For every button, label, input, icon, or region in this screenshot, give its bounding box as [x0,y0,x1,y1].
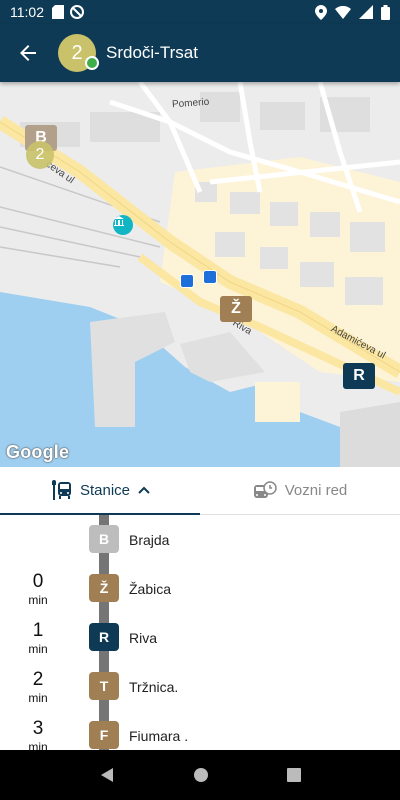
arrow-back-icon [20,45,36,61]
stop-name: Fiumara . [129,728,189,744]
tab-vozni-red-label: Vozni red [284,482,348,499]
list-item[interactable]: 3 min F Fiumara . [0,711,400,750]
stop-name: Brajda [129,532,170,548]
stop-name: Žabica [129,581,172,597]
nav-home-icon[interactable] [193,767,209,783]
line-badge: 2 [58,34,99,72]
tab-bar: Stanice Vozni red [0,467,400,515]
stop-eta: 3 min [28,718,48,750]
blocked-icon [70,5,84,19]
tab-stanice[interactable]: Stanice [0,467,200,515]
stop-name: Riva [129,630,158,646]
chevron-up-icon [138,486,150,494]
bus-position-marker[interactable]: 2 [26,141,54,169]
map-canvas [0,82,400,467]
battery-icon [381,4,390,20]
stop-chip: R [89,623,119,651]
bus-schedule-icon [253,480,277,498]
list-item[interactable]: 2 min T Tržnica. [0,662,400,711]
stop-eta: 0 min [28,571,48,607]
google-logo: Google [6,442,70,462]
stop-eta: 2 min [28,669,48,705]
stop-chip: Ž [89,574,119,602]
stop-chip: F [89,721,119,749]
nav-back-icon[interactable] [99,767,115,783]
map-stop-marker-riva[interactable]: R [343,363,375,389]
stops-list[interactable]: B Brajda 0 min Ž Žabica 1 min R Riva 2 m… [0,515,400,750]
bus-stop-icon [51,480,71,500]
online-indicator [85,56,99,70]
location-icon [315,4,327,20]
line-number: 2 [71,41,83,64]
app-bar: 2 Srdoči-Trsat [0,24,400,82]
tab-vozni-red[interactable]: Vozni red [200,467,400,515]
status-time: 11:02 [10,4,44,20]
map-stop-marker-zabica[interactable]: Ž [220,296,252,322]
tab-stanice-label: Stanice [79,481,131,499]
stop-chip: B [89,525,119,553]
map-view[interactable]: Pomerio ceva ul Adamićeva ul Riva B 2 Ž … [0,82,400,467]
route-title: Srdoči-Trsat [106,43,198,62]
back-button[interactable] [0,24,56,82]
bus-stop-icon[interactable] [180,274,194,288]
list-item[interactable]: 0 min Ž Žabica [0,564,400,613]
list-item[interactable]: 1 min R Riva [0,613,400,662]
list-item[interactable]: B Brajda [0,515,400,564]
wifi-icon [335,5,351,19]
status-bar: 11:02 [0,0,400,24]
system-nav-bar [0,750,400,800]
museum-icon[interactable] [113,215,133,235]
nav-recents-icon[interactable] [287,768,301,782]
stop-chip: T [89,672,119,700]
sd-card-icon [52,5,64,19]
stop-name: Tržnica. [129,679,179,695]
bus-stop-icon[interactable] [203,270,217,284]
signal-icon [359,5,373,19]
stop-eta: 1 min [28,620,48,656]
